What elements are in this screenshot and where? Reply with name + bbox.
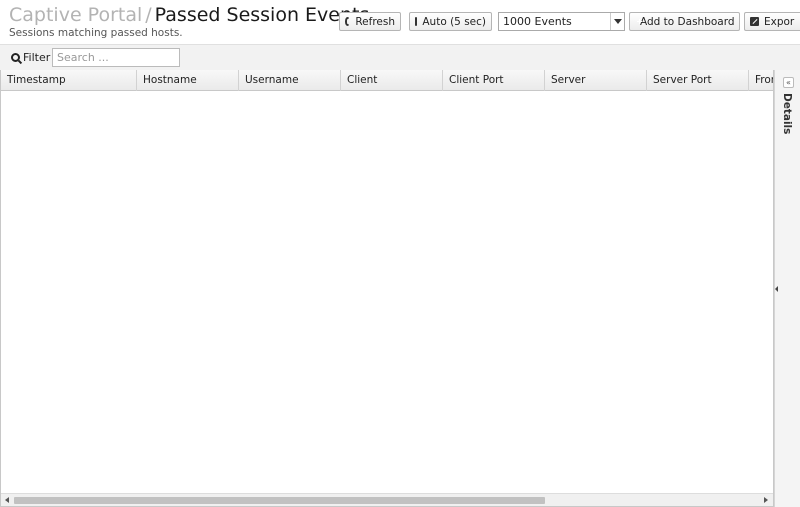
details-panel-title[interactable]: Details	[781, 93, 793, 134]
refresh-label: Refresh	[355, 15, 395, 28]
splitter-collapse-arrow-icon[interactable]	[775, 286, 778, 292]
refresh-button[interactable]: Refresh	[339, 12, 401, 31]
scroll-right-arrow-icon[interactable]	[764, 497, 768, 503]
page-subtitle: Sessions matching passed hosts.	[9, 27, 183, 39]
events-count-select[interactable]: 1000 Events	[498, 12, 625, 31]
filter-label: Filter	[11, 51, 50, 64]
export-icon	[750, 17, 759, 26]
grid-header: Timestamp Hostname Username Client Clien…	[1, 70, 773, 91]
breadcrumb-separator: /	[145, 4, 152, 26]
auto-refresh-toggle[interactable]: Auto (5 sec)	[409, 12, 492, 31]
column-header-timestamp[interactable]: Timestamp	[1, 70, 137, 91]
export-button[interactable]: Expor	[744, 12, 800, 31]
breadcrumb-parent[interactable]: Captive Portal	[9, 4, 142, 26]
auto-refresh-label: Auto (5 sec)	[422, 15, 486, 28]
refresh-icon	[345, 17, 351, 26]
column-header-client[interactable]: Client	[341, 70, 443, 91]
column-header-hostname[interactable]: Hostname	[137, 70, 239, 91]
column-header-server[interactable]: Server	[545, 70, 647, 91]
page-header: Captive Portal / Passed Session Events Ses…	[0, 0, 800, 44]
column-header-from[interactable]: From	[749, 70, 773, 91]
add-to-dashboard-label: Add to Dashboard	[640, 15, 735, 28]
search-icon	[11, 53, 20, 62]
horizontal-scrollbar[interactable]	[1, 493, 773, 506]
filter-bar: Filter	[0, 44, 800, 70]
export-label: Expor	[764, 15, 795, 28]
scroll-left-arrow-icon[interactable]	[5, 497, 9, 503]
breadcrumb-current: Passed Session Events	[154, 4, 370, 26]
events-count-value: 1000 Events	[503, 15, 572, 28]
filter-label-text: Filter	[23, 51, 51, 64]
column-header-client-port[interactable]: Client Port	[443, 70, 545, 91]
details-panel: « Details	[774, 70, 800, 507]
page-title: Captive Portal / Passed Session Events	[9, 3, 369, 27]
scrollbar-thumb[interactable]	[14, 497, 545, 504]
grid-body	[1, 91, 773, 493]
filter-search-input[interactable]	[52, 48, 180, 67]
add-to-dashboard-button[interactable]: Add to Dashboard	[629, 12, 740, 31]
chevron-down-icon[interactable]	[610, 13, 624, 30]
column-header-username[interactable]: Username	[239, 70, 341, 91]
checkbox-icon[interactable]	[415, 17, 418, 26]
app-root: Captive Portal / Passed Session Events Ses…	[0, 0, 800, 507]
column-header-server-port[interactable]: Server Port	[647, 70, 749, 91]
events-grid: Timestamp Hostname Username Client Clien…	[0, 70, 774, 507]
collapse-panel-icon[interactable]: «	[783, 77, 794, 88]
